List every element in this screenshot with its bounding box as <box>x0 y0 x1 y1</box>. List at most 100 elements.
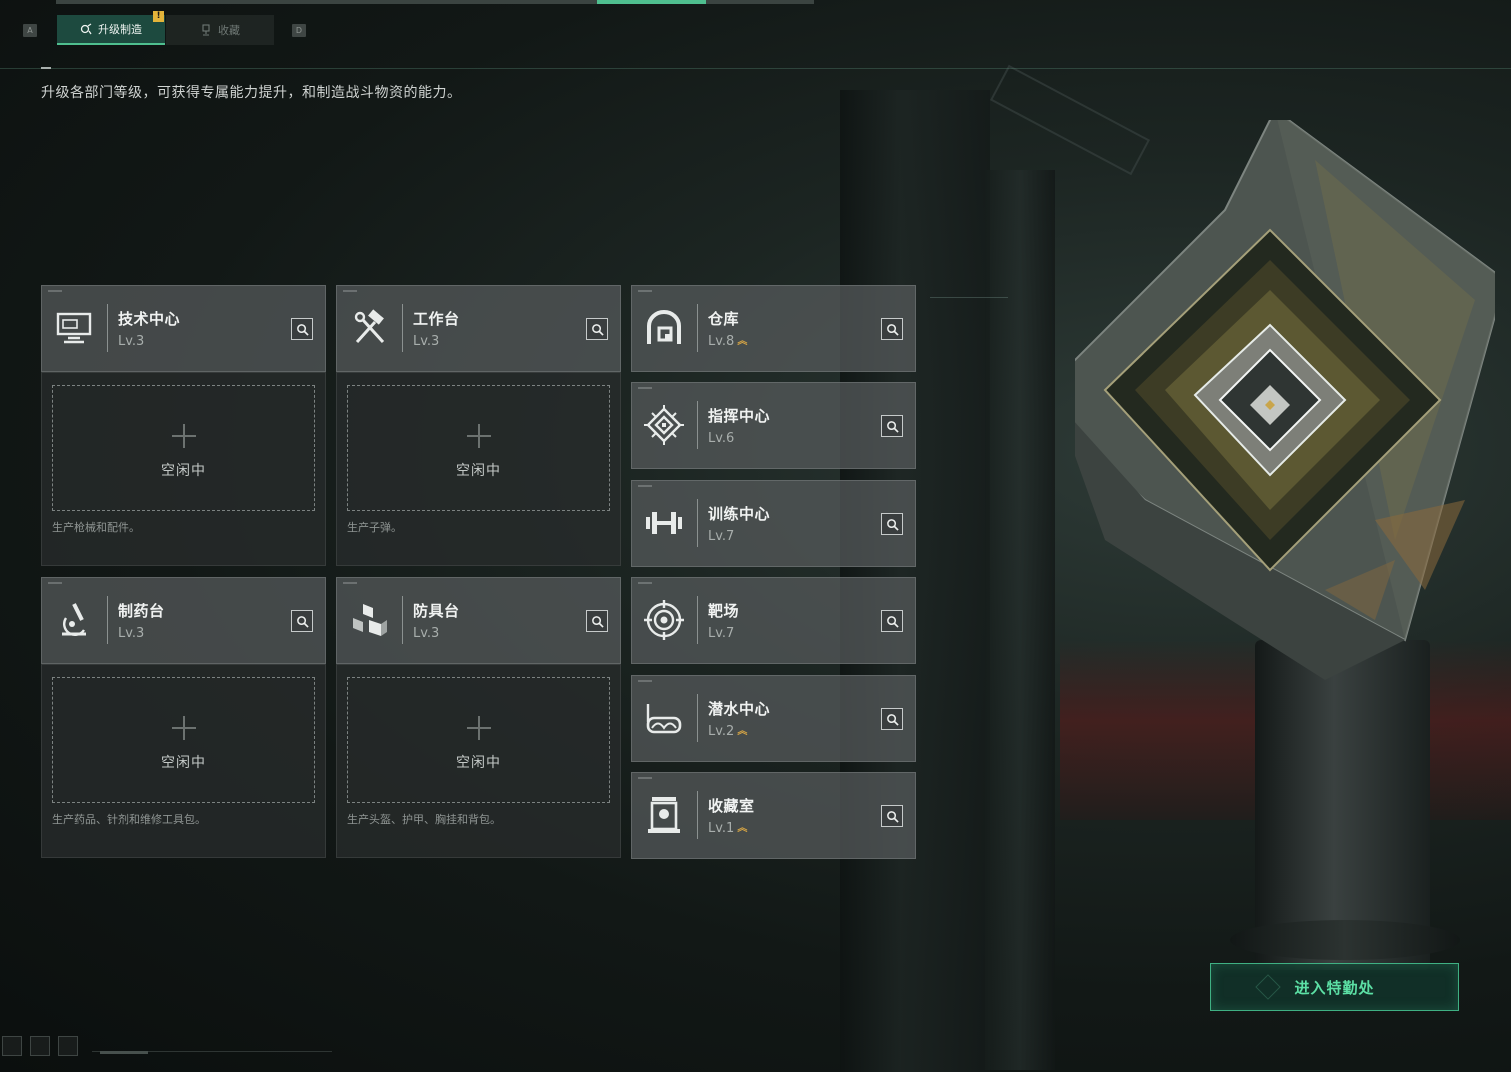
plus-icon <box>171 424 196 448</box>
search-button[interactable] <box>291 610 313 632</box>
card-divider <box>107 596 108 644</box>
dept-level: Lv.3 <box>118 626 144 641</box>
search-icon <box>886 518 899 531</box>
pillar-base <box>1230 920 1460 960</box>
card-divider <box>697 304 698 352</box>
dept-name: 制药台 <box>118 602 165 620</box>
dept-card-pharmacy[interactable]: 制药台 Lv.3 <box>41 577 326 664</box>
search-button[interactable] <box>881 318 903 340</box>
display-case-icon <box>640 787 688 843</box>
bottom-rule-highlight <box>100 1051 148 1054</box>
search-button[interactable] <box>881 805 903 827</box>
idle-status: 空闲中 <box>456 755 501 771</box>
page-description: 升级各部门等级，可获得专属能力提升，和制造战斗物资的能力。 <box>41 85 462 101</box>
idle-status: 空闲中 <box>161 755 206 771</box>
quick-slot[interactable] <box>2 1036 22 1056</box>
warehouse-icon <box>640 300 688 356</box>
search-button[interactable] <box>291 318 313 340</box>
level-text: Lv.7 <box>708 626 735 641</box>
key-hint-right[interactable]: D <box>292 24 306 37</box>
dept-name: 防具台 <box>413 602 460 620</box>
level-text: Lv.3 <box>118 334 145 349</box>
card-divider <box>402 596 403 644</box>
level-text: Lv.7 <box>708 529 735 544</box>
dept-name: 技术中心 <box>118 310 181 328</box>
dept-card-tech-center[interactable]: 技术中心 Lv.3 <box>41 285 326 372</box>
search-button[interactable] <box>881 708 903 730</box>
header-rule <box>0 68 1511 69</box>
card-corner-mark <box>638 582 652 584</box>
card-corner-mark <box>638 680 652 682</box>
dept-level: Lv.3 <box>413 334 439 349</box>
idle-slot[interactable]: 空闲中 <box>52 385 315 511</box>
search-button[interactable] <box>881 610 903 632</box>
enter-button-label: 进入特勤处 <box>1294 978 1375 997</box>
facility-card-shooting-range[interactable]: 靶场 Lv.7 <box>631 577 916 664</box>
facility-level: Lv.7 <box>708 626 734 641</box>
microscope-icon <box>50 592 98 648</box>
tab-upgrade-craft[interactable]: 升级制造 <box>57 15 165 45</box>
search-icon <box>296 615 309 628</box>
facility-card-command-center[interactable]: 指挥中心 Lv.6 <box>631 382 916 469</box>
facility-name: 指挥中心 <box>708 407 771 425</box>
search-icon <box>886 810 899 823</box>
diving-mask-icon <box>640 690 688 746</box>
idle-slot[interactable]: 空闲中 <box>347 385 610 511</box>
dept-slot-panel-tech-center: 空闲中 生产枪械和配件。 <box>41 372 326 566</box>
search-button[interactable] <box>881 513 903 535</box>
facility-card-training-center[interactable]: 训练中心 Lv.7 <box>631 480 916 567</box>
hammer-wrench-icon <box>345 300 393 356</box>
search-icon <box>886 420 899 433</box>
card-corner-mark <box>638 290 652 292</box>
search-button[interactable] <box>586 610 608 632</box>
plus-icon <box>466 424 491 448</box>
tab-collection-label: 收藏 <box>218 24 240 37</box>
cubes-icon <box>345 592 393 648</box>
facility-card-collection-room[interactable]: 收藏室 Lv.1 ︽ <box>631 772 916 859</box>
scaffold-column <box>985 170 1055 1070</box>
upgrade-arrow-icon: ︽ <box>737 822 748 834</box>
dept-description: 生产头盔、护甲、胸挂和背包。 <box>347 813 501 826</box>
enter-special-ops-button[interactable]: 进入特勤处 <box>1210 963 1459 1011</box>
dept-level: Lv.3 <box>118 334 144 349</box>
upgrade-arrow-icon: ︽ <box>737 725 748 737</box>
facility-name: 潜水中心 <box>708 700 771 718</box>
facility-name: 训练中心 <box>708 505 771 523</box>
idle-slot[interactable]: 空闲中 <box>347 677 610 803</box>
dept-description: 生产子弹。 <box>347 521 402 534</box>
level-text: Lv.1 <box>708 821 735 836</box>
dumbbell-icon <box>640 495 688 551</box>
search-icon <box>886 323 899 336</box>
search-icon <box>886 615 899 628</box>
facility-card-warehouse[interactable]: 仓库 Lv.8 ︽ <box>631 285 916 372</box>
idle-status: 空闲中 <box>456 463 501 479</box>
top-progress-line <box>56 0 814 4</box>
quick-slot[interactable] <box>30 1036 50 1056</box>
search-button[interactable] <box>586 318 608 340</box>
card-divider <box>697 499 698 547</box>
level-text: Lv.8 <box>708 334 735 349</box>
card-corner-mark <box>48 582 62 584</box>
card-corner-mark <box>638 387 652 389</box>
facility-name: 仓库 <box>708 310 740 328</box>
dept-card-workbench[interactable]: 工作台 Lv.3 <box>336 285 621 372</box>
upgrade-arrow-icon: ︽ <box>737 335 748 347</box>
computer-icon <box>50 300 98 356</box>
facility-card-diving-center[interactable]: 潜水中心 Lv.2 ︽ <box>631 675 916 762</box>
tab-upgrade-craft-label: 升级制造 <box>98 23 142 36</box>
idle-slot[interactable]: 空闲中 <box>52 677 315 803</box>
card-divider <box>402 304 403 352</box>
dept-card-armor-bench[interactable]: 防具台 Lv.3 <box>336 577 621 664</box>
search-button[interactable] <box>881 415 903 437</box>
facility-level: Lv.2 ︽ <box>708 724 747 739</box>
key-hint-left[interactable]: A <box>23 24 37 37</box>
button-deco-icon <box>1255 974 1281 1000</box>
facility-level: Lv.7 <box>708 529 734 544</box>
quick-slot[interactable] <box>58 1036 78 1056</box>
top-progress-highlight <box>597 0 706 4</box>
hud-rule <box>930 297 1008 298</box>
facility-name: 靶场 <box>708 602 740 620</box>
facility-level: Lv.8 ︽ <box>708 334 747 349</box>
tab-collection[interactable]: 收藏 <box>166 15 274 45</box>
section-marker <box>41 67 51 69</box>
